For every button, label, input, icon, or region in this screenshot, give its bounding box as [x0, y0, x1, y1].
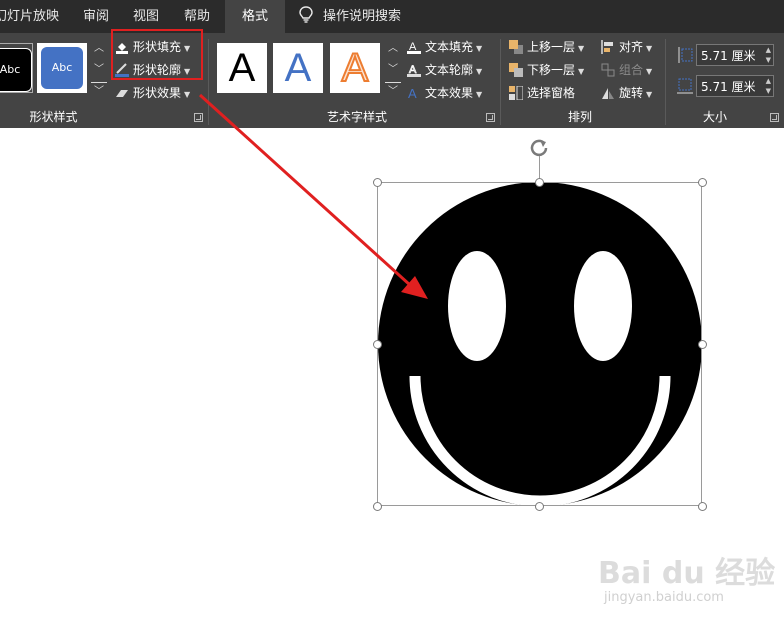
spin-up-icon[interactable]: ▲	[766, 76, 771, 86]
bring-forward-icon	[509, 40, 523, 54]
tab-format[interactable]: 格式	[225, 0, 285, 33]
shape-style-swatch-blue[interactable]: Abc	[37, 43, 87, 93]
shape-effects-button[interactable]: 形状效果 ▼	[115, 83, 190, 103]
highlight-box	[111, 29, 203, 80]
dropdown-arrow-icon: ▼	[646, 90, 653, 99]
dropdown-arrow-icon: ▼	[184, 90, 191, 99]
text-effects-label: 文本效果	[425, 86, 474, 100]
dropdown-arrow-icon: ▼	[476, 67, 483, 76]
dropdown-arrow-icon: ▼	[646, 67, 653, 76]
styles-scroll-up-button[interactable]: ︿	[91, 40, 107, 58]
wordart-group-label: 艺术字样式	[326, 110, 387, 124]
group-button[interactable]: 组合 ▼	[601, 60, 652, 80]
ribbon: Abc Abc ︿ ﹀ ﹀ 形状填充 ▼ 形状轮廓 ▼ 形状效果 ▼ 形状样式 A A…	[0, 29, 784, 128]
text-fill-button[interactable]: A 文本填充 ▼	[407, 37, 482, 57]
dropdown-arrow-icon: ▼	[578, 44, 585, 53]
shape-width-icon	[677, 77, 693, 99]
text-outline-label: 文本轮廓	[425, 63, 474, 77]
wordart-style-blue[interactable]: A	[273, 43, 323, 93]
group-separator	[208, 39, 209, 125]
shape-effects-label: 形状效果	[133, 86, 182, 100]
styles-more-button[interactable]: ﹀	[91, 82, 107, 101]
shape-width-input[interactable]: 5.71 厘米 ▲ ▼	[696, 75, 774, 97]
send-backward-label: 下移一层	[527, 63, 576, 77]
shape-width-value: 5.71 厘米	[701, 80, 756, 94]
wordart-more-button[interactable]: ﹀	[385, 82, 401, 101]
group-objects-icon	[601, 63, 615, 77]
dropdown-arrow-icon: ▼	[476, 44, 483, 53]
shape-height-input[interactable]: 5.71 厘米 ▲ ▼	[696, 44, 774, 66]
size-group-label: 大小	[702, 110, 727, 124]
lightbulb-icon	[299, 3, 313, 36]
arrange-group-label: 排列	[567, 110, 592, 124]
text-fill-label: 文本填充	[425, 40, 474, 54]
resize-handle-top-right[interactable]	[698, 178, 707, 187]
send-backward-icon	[509, 63, 523, 77]
text-effects-button[interactable]: A 文本效果 ▼	[407, 83, 482, 103]
selection-pane-label: 选择窗格	[527, 86, 576, 100]
dropdown-arrow-icon: ▼	[646, 44, 653, 53]
shape-styles-group-label: 形状样式	[29, 110, 78, 124]
shape-styles-launcher-icon[interactable]	[194, 113, 203, 122]
tab-slideshow[interactable]: 幻灯片放映	[0, 0, 59, 33]
swatch-label: Abc	[0, 48, 32, 92]
wordart-style-orange[interactable]: A	[330, 43, 380, 93]
shape-height-value: 5.71 厘米	[701, 49, 756, 63]
rotate-button[interactable]: 旋转 ▼	[601, 83, 652, 103]
shape-style-swatch-black[interactable]: Abc	[0, 43, 33, 93]
bring-forward-label: 上移一层	[527, 40, 576, 54]
resize-handle-bottom-left[interactable]	[373, 502, 382, 511]
resize-handle-top-left[interactable]	[373, 178, 382, 187]
text-fill-icon: A	[407, 40, 421, 54]
tell-me-label: 操作说明搜索	[323, 9, 402, 24]
rotate-label: 旋转	[619, 86, 644, 100]
size-launcher-icon[interactable]	[770, 113, 779, 122]
align-icon	[601, 40, 615, 54]
resize-handle-left[interactable]	[373, 340, 382, 349]
rotate-icon	[601, 86, 615, 100]
resize-handle-right[interactable]	[698, 340, 707, 349]
shape-effects-icon	[115, 86, 129, 100]
text-outline-icon: A	[407, 63, 421, 77]
selection-pane-button[interactable]: 选择窗格	[509, 83, 575, 103]
wordart-launcher-icon[interactable]	[486, 113, 495, 122]
wordart-style-black[interactable]: A	[217, 43, 267, 93]
send-backward-button[interactable]: 下移一层 ▼	[509, 60, 584, 80]
svg-text:A: A	[408, 86, 417, 100]
dropdown-arrow-icon: ▼	[476, 90, 483, 99]
shape-height-icon	[677, 46, 693, 68]
tab-review[interactable]: 审阅	[83, 0, 109, 33]
wordart-scroll-down-button[interactable]: ﹀	[385, 61, 401, 79]
group-label: 组合	[619, 63, 644, 77]
baidu-watermark-logo: Bai du 经验	[598, 556, 776, 591]
align-label: 对齐	[619, 40, 644, 54]
spin-down-icon[interactable]: ▼	[766, 55, 771, 65]
resize-handle-top[interactable]	[535, 178, 544, 187]
selection-frame	[377, 182, 702, 506]
bring-forward-button[interactable]: 上移一层 ▼	[509, 37, 584, 57]
dropdown-arrow-icon: ▼	[578, 67, 585, 76]
align-button[interactable]: 对齐 ▼	[601, 37, 652, 57]
selection-pane-icon	[509, 85, 524, 101]
spin-up-icon[interactable]: ▲	[766, 45, 771, 55]
text-outline-button[interactable]: A 文本轮廓 ▼	[407, 60, 482, 80]
wordart-scroll-up-button[interactable]: ︿	[385, 40, 401, 58]
baidu-watermark-url: jingyan.baidu.com	[604, 590, 724, 605]
resize-handle-bottom-right[interactable]	[698, 502, 707, 511]
spin-down-icon[interactable]: ▼	[766, 86, 771, 96]
styles-scroll-down-button[interactable]: ﹀	[91, 61, 107, 79]
tell-me-search[interactable]: 操作说明搜索	[299, 0, 401, 33]
resize-handle-bottom[interactable]	[535, 502, 544, 511]
swatch-label: Abc	[41, 47, 83, 89]
text-effects-icon: A	[407, 86, 421, 101]
